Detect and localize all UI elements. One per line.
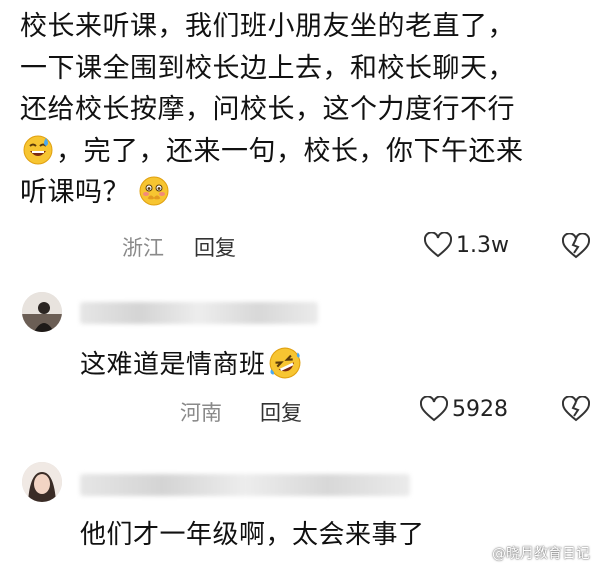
comment-line-1: 校长来听课，我们班小朋友坐的老直了， [20, 11, 515, 42]
reply-button[interactable]: 回复 [194, 232, 236, 262]
reply-1-reply-button[interactable]: 回复 [260, 397, 302, 427]
shy-face-emoji-icon [139, 176, 169, 206]
broken-heart-icon [561, 232, 591, 259]
watermark-text: @晓月教育日记 [492, 546, 590, 562]
broken-heart-icon [561, 395, 591, 422]
comment-location: 浙江 [122, 236, 164, 260]
heart-outline-icon [424, 232, 452, 258]
reply-1-meta-row: 河南 回复 [180, 397, 302, 427]
avatar[interactable] [22, 462, 62, 502]
main-comment-text: 校长来听课，我们班小朋友坐的老直了， 一下课全围到校长边上去，和校长聊天， 还给… [20, 6, 590, 214]
watermark: @晓月教育日记 [492, 543, 590, 563]
reply-1-like-button[interactable]: 5928 [420, 396, 508, 422]
comment-line-3: 还给校长按摩，问校长，这个力度行不行 [20, 94, 515, 125]
comment-line-4: ，完了，还来一句，校长，你下午还来 [56, 135, 524, 167]
blurred-username [80, 474, 410, 496]
avatar-image [22, 292, 62, 332]
heart-outline-icon [420, 396, 448, 422]
rolling-laugh-emoji-icon [269, 347, 300, 379]
like-button[interactable]: 1.3w [424, 232, 509, 258]
avatar-image [22, 462, 62, 502]
like-count: 1.3w [456, 232, 509, 258]
avatar[interactable] [22, 292, 62, 332]
dislike-button[interactable] [561, 232, 591, 263]
comment-line-2: 一下课全围到校长边上去，和校长聊天， [20, 52, 515, 84]
comment-line-5-wrap: 听课吗？ [20, 172, 590, 214]
reply-1-wrap: 这难道是情商班 [80, 344, 304, 381]
reply-1-like-count: 5928 [452, 396, 508, 422]
sweat-smile-emoji-icon [23, 135, 53, 164]
reply-1-location: 河南 [180, 401, 222, 425]
blurred-username [80, 302, 318, 324]
reply-1-text: 这难道是情商班 [80, 350, 266, 380]
reply-2-text: 他们才一年级啊，太会来事了 [80, 520, 425, 550]
comment-line-4-wrap: ，完了，还来一句，校长，你下午还来 [20, 131, 590, 173]
reply-1-dislike-button[interactable] [561, 395, 591, 426]
comment-meta-row: 浙江 回复 [122, 232, 236, 262]
comment-line-5: 听课吗？ [20, 177, 130, 208]
